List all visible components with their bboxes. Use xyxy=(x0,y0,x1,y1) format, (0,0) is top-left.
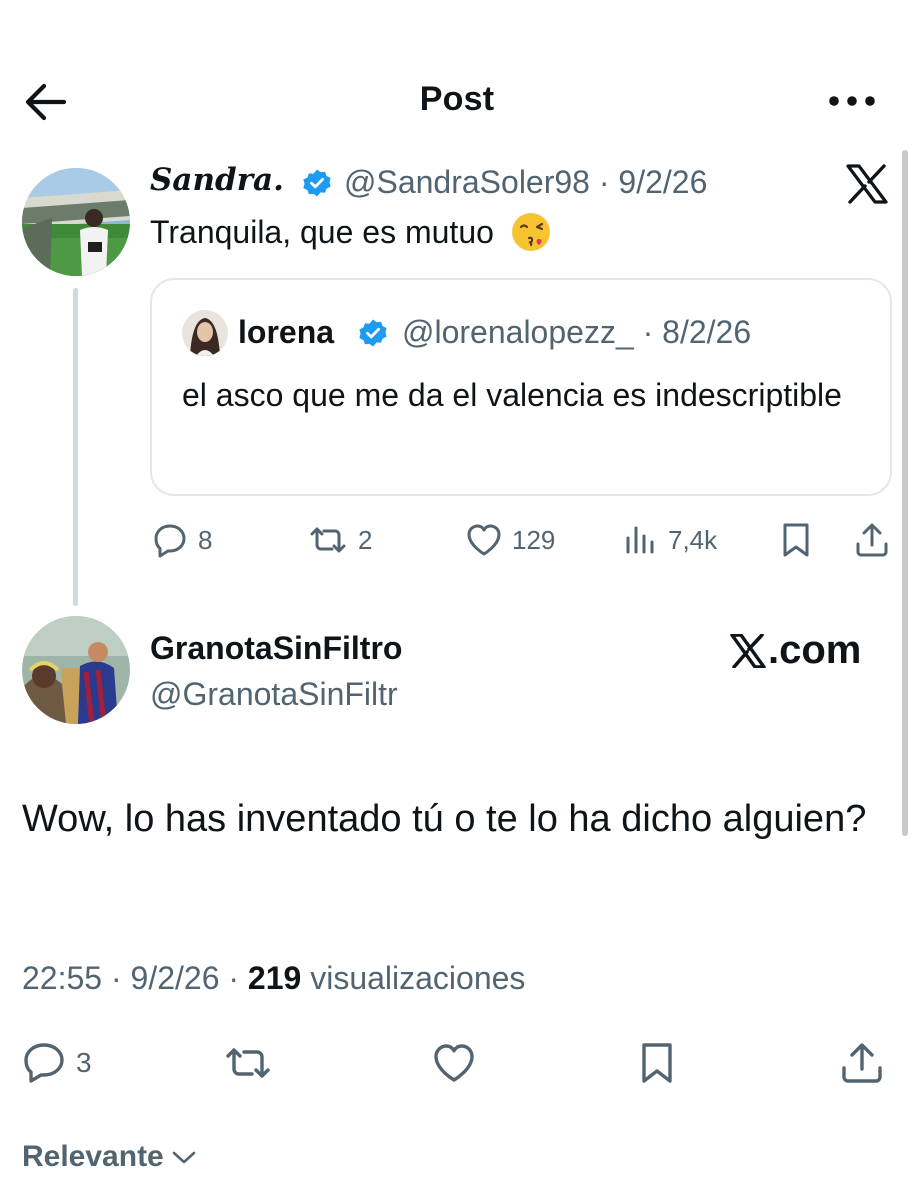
views-label: visualizaciones xyxy=(310,960,526,996)
reply-author-name[interactable]: GranotaSinFiltro xyxy=(150,630,402,667)
post-date[interactable]: 9/2/26 xyxy=(618,164,707,200)
verified-badge-icon xyxy=(358,318,388,348)
share-icon xyxy=(842,1043,882,1083)
views-button[interactable]: 7,4k xyxy=(620,520,717,560)
reply-count: 3 xyxy=(76,1047,92,1078)
x-logo-icon xyxy=(846,164,888,204)
analytics-icon xyxy=(626,526,654,554)
post-date: 9/2/26 xyxy=(130,960,220,996)
quoted-post-text: el asco que me da el valencia es indescr… xyxy=(182,377,842,413)
like-count: 129 xyxy=(512,524,556,555)
reply-handle[interactable]: @GranotaSinFiltr xyxy=(150,676,398,713)
avatar-granota[interactable] xyxy=(22,616,130,724)
reply-button[interactable]: 3 xyxy=(20,1040,92,1086)
avatar-lorena[interactable] xyxy=(182,310,228,356)
x-logo-icon xyxy=(730,633,766,668)
repost-count: 2 xyxy=(358,524,373,555)
heart-icon xyxy=(467,524,501,556)
sort-replies-dropdown[interactable]: Relevante xyxy=(22,1140,198,1174)
views-count: 7,4k xyxy=(668,524,718,555)
post-text: Tranquila, que es mutuo xyxy=(150,212,553,254)
reply-icon xyxy=(154,524,186,558)
post-timestamp: 22:55 · 9/2/26 · 219 visualizaciones xyxy=(22,960,526,996)
like-button[interactable] xyxy=(430,1040,478,1086)
share-icon xyxy=(856,523,888,557)
bookmark-icon xyxy=(642,1043,672,1083)
reply-button[interactable]: 8 xyxy=(150,520,212,560)
reply-post-text: Wow, lo has inventado tú o te lo ha dich… xyxy=(22,798,867,840)
page-title: Post xyxy=(419,80,495,118)
separator-dot: · xyxy=(589,164,619,200)
repost-icon xyxy=(310,527,346,553)
face-blowing-kiss-icon xyxy=(509,210,553,254)
repost-button[interactable]: 2 xyxy=(306,520,372,560)
thread-line xyxy=(73,288,78,606)
share-button[interactable] xyxy=(838,1040,886,1086)
more-options-button[interactable] xyxy=(822,84,882,118)
avatar-sandra[interactable] xyxy=(22,168,130,276)
watermark-text: .com xyxy=(768,628,862,672)
bookmark-icon xyxy=(783,523,809,557)
post-text-body: Tranquila, que es mutuo xyxy=(150,214,494,250)
bookmark-button[interactable] xyxy=(778,520,814,560)
repost-button[interactable] xyxy=(222,1040,274,1086)
quoted-post-meta: @lorenalopezz_ · 8/2/26 xyxy=(402,314,751,351)
x-com-watermark: .com xyxy=(730,628,861,673)
chevron-down-icon xyxy=(172,1151,196,1164)
post-meta: @SandraSoler98 · 9/2/26 xyxy=(344,164,707,201)
views-count: 219 xyxy=(247,960,302,996)
scrollbar[interactable] xyxy=(902,150,908,836)
reply-count: 8 xyxy=(198,524,213,555)
verified-badge-icon xyxy=(302,168,332,198)
share-button[interactable] xyxy=(852,520,892,560)
separator-dot: · xyxy=(633,314,663,350)
quoted-date[interactable]: 8/2/26 xyxy=(662,314,751,350)
bookmark-button[interactable] xyxy=(636,1040,678,1086)
quoted-author-name[interactable]: lorena xyxy=(238,314,334,351)
repost-icon xyxy=(226,1048,270,1078)
more-horizontal-icon xyxy=(829,96,875,106)
sort-label: Relevante xyxy=(22,1140,164,1173)
quoted-handle[interactable]: @lorenalopezz_ xyxy=(402,314,634,350)
author-name[interactable]: Sandra. xyxy=(150,162,284,198)
post-time: 22:55 xyxy=(22,960,103,996)
heart-icon xyxy=(434,1044,474,1082)
handle[interactable]: @SandraSoler98 xyxy=(344,164,590,200)
reply-icon xyxy=(24,1043,64,1083)
like-button[interactable]: 129 xyxy=(464,520,555,560)
